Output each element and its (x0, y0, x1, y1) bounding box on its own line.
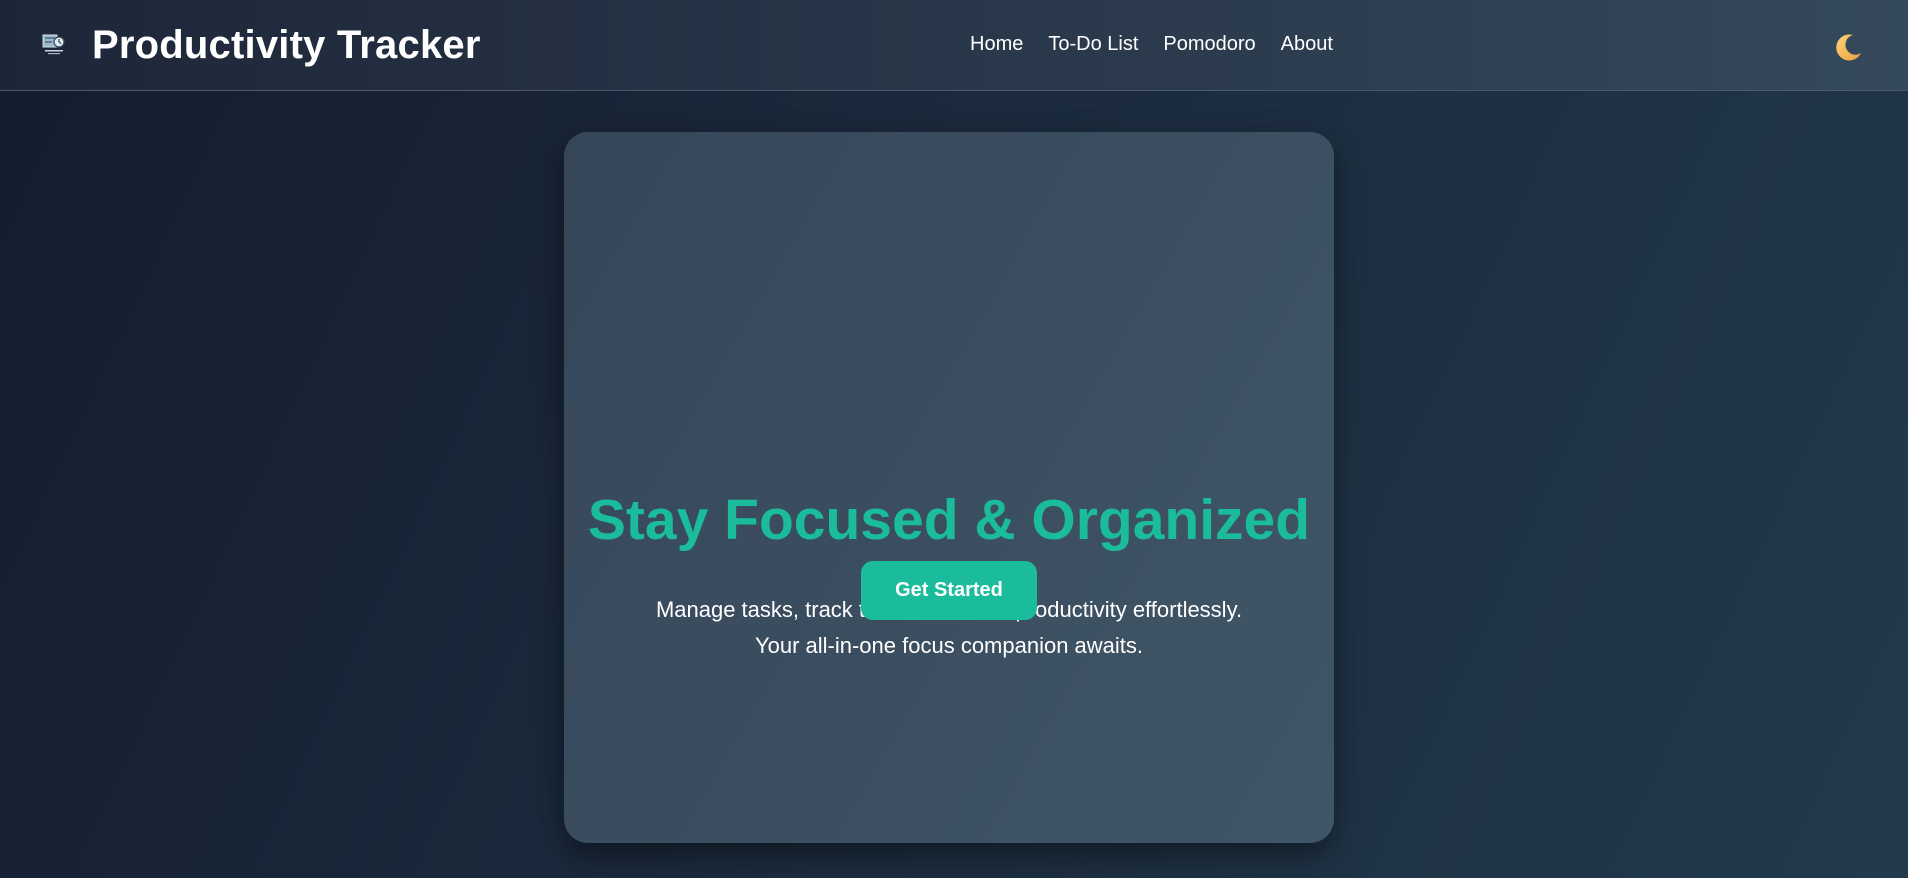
brand[interactable]: Productivity Tracker (42, 0, 481, 91)
get-started-button[interactable]: Get Started (861, 561, 1037, 620)
hero-card: Stay Focused & Organized Manage tasks, t… (564, 132, 1334, 843)
hero-title: Stay Focused & Organized (587, 488, 1311, 552)
main-nav: Home To-Do List Pomodoro About (970, 0, 1333, 91)
nav-link-about[interactable]: About (1281, 33, 1333, 56)
hero-description-line-2: Your all-in-one focus companion awaits. (754, 633, 1144, 658)
nav-link-home[interactable]: Home (970, 33, 1023, 56)
moon-icon[interactable] (1832, 31, 1864, 63)
nav-link-todo-list[interactable]: To-Do List (1048, 33, 1138, 56)
productivity-tracker-logo-icon (42, 34, 65, 54)
nav-link-pomodoro[interactable]: Pomodoro (1163, 33, 1255, 56)
top-navbar: Productivity Tracker Home To-Do List Pom… (0, 0, 1908, 91)
app-title: Productivity Tracker (92, 23, 481, 67)
